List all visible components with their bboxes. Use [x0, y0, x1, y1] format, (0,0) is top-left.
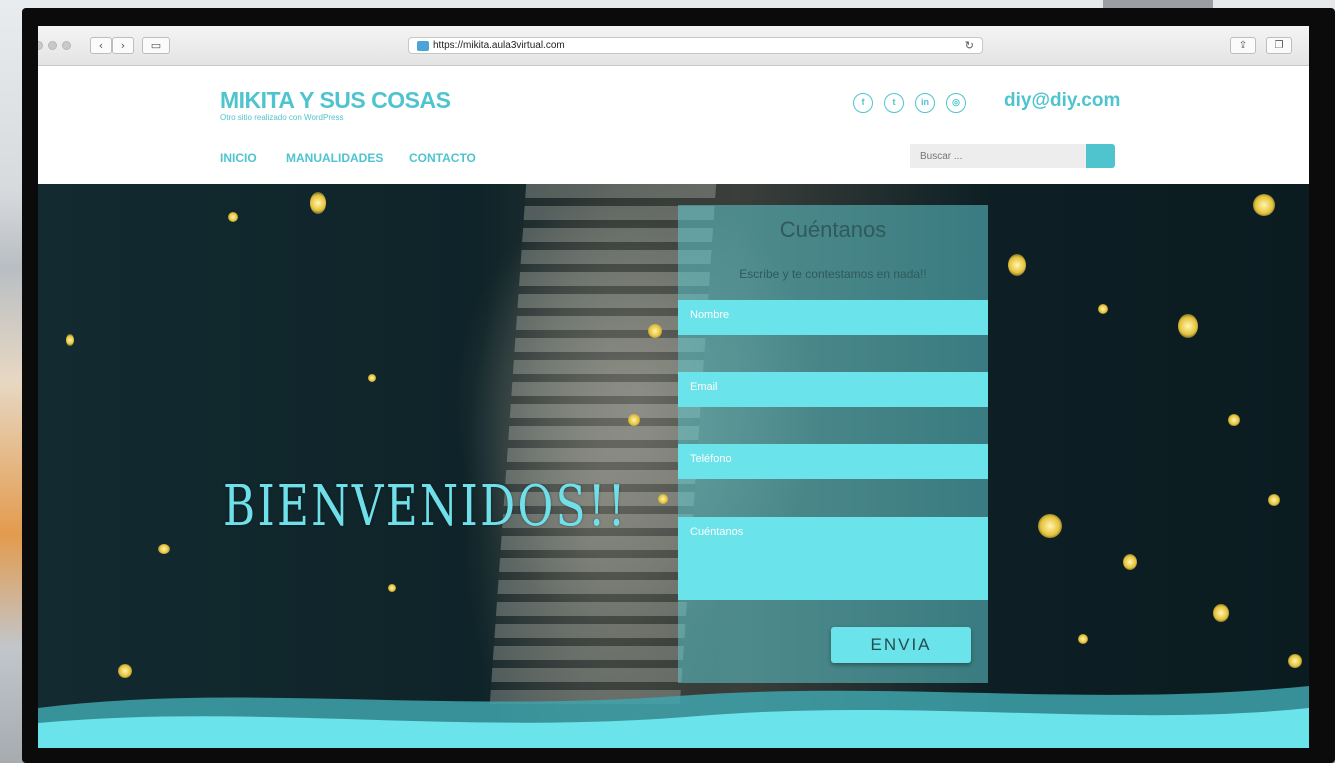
sparkle	[310, 192, 326, 214]
sparkle	[228, 212, 238, 222]
sparkle	[1008, 254, 1026, 276]
submit-button[interactable]: ENVIA	[831, 627, 971, 663]
search-button[interactable]	[1086, 144, 1115, 168]
sparkle	[1098, 304, 1108, 314]
sparkle	[118, 664, 132, 678]
contact-email[interactable]: diy@diy.com	[1004, 90, 1120, 112]
site-tagline: Otro sitio realizado con WordPress	[220, 113, 344, 122]
hero-section: BIENVENIDOS!! Cuéntanos Escribe y te con…	[38, 184, 1309, 748]
tabs-overview-button[interactable]: ❐	[1266, 37, 1292, 54]
sparkle	[1038, 514, 1062, 538]
linkedin-icon[interactable]: in	[915, 93, 935, 113]
share-button[interactable]: ⇪	[1230, 37, 1256, 54]
address-bar-url: https://mikita.aula3virtual.com	[433, 40, 565, 51]
name-field[interactable]: Nombre	[678, 300, 988, 335]
sparkle	[628, 414, 640, 426]
form-title: Cuéntanos	[779, 217, 887, 242]
instagram-icon[interactable]: ◎	[946, 93, 966, 113]
forward-button[interactable]: ›	[112, 37, 134, 54]
site-favicon-icon	[417, 41, 429, 51]
reload-icon[interactable]: ↻	[965, 38, 974, 53]
sparkle	[1123, 554, 1137, 570]
close-window-button[interactable]	[38, 41, 43, 50]
sparkle	[368, 374, 376, 382]
address-bar[interactable]: https://mikita.aula3virtual.com ↻	[408, 37, 983, 54]
search-input[interactable]	[910, 144, 1086, 168]
twitter-icon[interactable]: t	[884, 93, 904, 113]
sparkle	[1228, 414, 1240, 426]
sparkle	[1268, 494, 1280, 506]
email-field[interactable]: Email	[678, 372, 988, 407]
maximize-window-button[interactable]	[62, 41, 71, 50]
welcome-heading: BIENVENIDOS!!	[223, 474, 628, 539]
form-subtitle: Escribe y te contestamos en nada!!	[739, 267, 927, 281]
minimize-window-button[interactable]	[48, 41, 57, 50]
back-button[interactable]: ‹	[90, 37, 112, 54]
site-header: MIKITA Y SUS COSAS Otro sitio realizado …	[38, 66, 1309, 184]
sparkle	[658, 494, 668, 504]
sparkle	[1213, 604, 1229, 622]
facebook-icon[interactable]: f	[853, 93, 873, 113]
sparkle	[388, 584, 396, 592]
sidebar-toggle-button[interactable]: ▭	[142, 37, 170, 54]
sparkle	[1178, 314, 1198, 338]
sparkle	[1253, 194, 1275, 216]
sparkle	[1078, 634, 1088, 644]
browser-toolbar: ‹ › ▭ https://mikita.aula3virtual.com ↻ …	[38, 26, 1309, 66]
site-title[interactable]: MIKITA Y SUS COSAS	[220, 87, 451, 114]
sparkle	[648, 324, 662, 338]
phone-field[interactable]: Teléfono	[678, 444, 988, 479]
sparkle	[66, 334, 74, 346]
contact-form: Cuéntanos Escribe y te contestamos en na…	[678, 205, 988, 683]
wave-decoration	[38, 686, 1309, 748]
nav-item-manualidades[interactable]: MANUALIDADES	[286, 151, 383, 165]
browser-window: ‹ › ▭ https://mikita.aula3virtual.com ↻ …	[38, 26, 1309, 748]
sparkle	[1288, 654, 1302, 668]
nav-item-contacto[interactable]: CONTACTO	[409, 151, 476, 165]
message-field[interactable]: Cuéntanos	[678, 517, 988, 600]
sparkle	[158, 544, 170, 554]
nav-item-inicio[interactable]: INICIO	[220, 151, 257, 165]
